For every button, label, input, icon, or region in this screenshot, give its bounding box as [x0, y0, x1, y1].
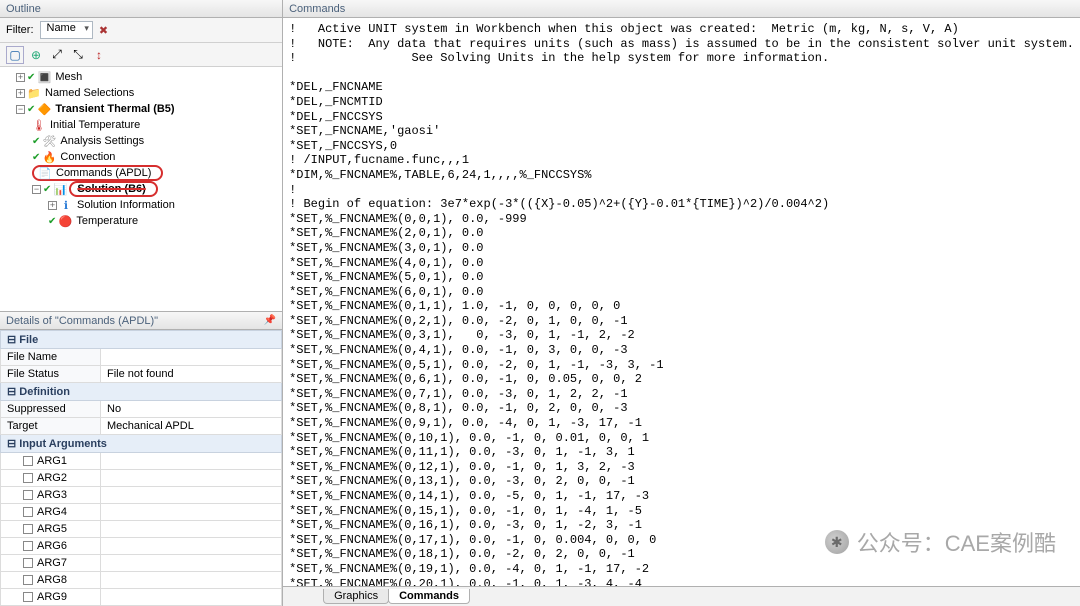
group-definition[interactable]: ⊟ Definition — [1, 383, 282, 401]
tree-label: Transient Thermal (B5) — [53, 103, 176, 115]
tb-add-icon[interactable]: ⊕ — [27, 46, 45, 64]
row-arg3[interactable]: ARG3 — [1, 487, 101, 504]
tb-expand-icon[interactable]: ⤢ — [48, 46, 66, 64]
outline-toolbar: ▢ ⊕ ⤢ ⤡ ↕ — [0, 43, 282, 67]
check-icon: ✔ — [27, 72, 35, 83]
tree-label: Solution Information — [75, 199, 177, 211]
details-title-label: Details of "Commands (APDL)" — [6, 314, 158, 328]
settings-icon: 🛠 — [42, 135, 56, 148]
check-icon: ✔ — [43, 184, 51, 195]
temperature-icon: 🔴 — [58, 215, 72, 228]
tree-item-transient-thermal[interactable]: − ✔ 🔶 Transient Thermal (B5) — [4, 101, 278, 117]
details-table: ⊟ File File Name File Status File not fo… — [0, 330, 282, 606]
folder-icon: 📁 — [27, 87, 41, 100]
filter-clear-icon[interactable]: ✖ — [99, 24, 108, 37]
row-arg2[interactable]: ARG2 — [1, 470, 101, 487]
check-icon: ✔ — [27, 104, 35, 115]
group-input-args[interactable]: ⊟ Input Arguments — [1, 435, 282, 453]
group-file[interactable]: ⊟ File — [1, 331, 282, 349]
details-panel-title: Details of "Commands (APDL)" 📌 — [0, 312, 282, 330]
tree-item-solution[interactable]: − ✔ 📊 Solution (B6) — [4, 181, 278, 197]
row-arg1[interactable]: ARG1 — [1, 453, 101, 470]
tree-label: Mesh — [53, 71, 84, 83]
check-icon: ✔ — [32, 136, 40, 147]
tree-item-mesh[interactable]: + ✔ 🔳 Mesh — [4, 69, 278, 85]
filter-select[interactable]: Name — [40, 21, 93, 39]
tab-commands[interactable]: Commands — [388, 589, 470, 604]
outline-panel-title: Outline — [0, 0, 282, 18]
convection-icon: 🔥 — [42, 151, 56, 164]
tree-item-analysis-settings[interactable]: ✔ 🛠 Analysis Settings — [4, 133, 278, 149]
tree-item-solution-info[interactable]: + ℹ Solution Information — [4, 197, 278, 213]
tree-item-initial-temp[interactable]: 🌡 Initial Temperature — [4, 117, 278, 133]
tree-item-temperature[interactable]: ✔ 🔴 Temperature — [4, 213, 278, 229]
row-arg8[interactable]: ARG8 — [1, 572, 101, 589]
row-filename-key: File Name — [1, 349, 101, 366]
editor-tabs: Graphics Commands — [283, 586, 1080, 606]
tree-label: Temperature — [74, 215, 140, 227]
row-filestatus-key: File Status — [1, 366, 101, 383]
check-icon: ✔ — [32, 152, 40, 163]
row-suppressed-key: Suppressed — [1, 401, 101, 418]
temp-icon: 🌡 — [32, 119, 46, 132]
tab-graphics[interactable]: Graphics — [323, 589, 389, 604]
tree-label: Initial Temperature — [48, 119, 142, 131]
row-suppressed-val[interactable]: No — [101, 401, 282, 418]
tree-label: Named Selections — [43, 87, 136, 99]
code-content[interactable]: ! Active UNIT system in Workbench when t… — [289, 22, 1074, 586]
tree-label: Commands (APDL) — [54, 167, 153, 179]
tree-view[interactable]: + ✔ 🔳 Mesh + 📁 Named Selections − ✔ 🔶 Tr… — [0, 67, 282, 311]
row-target-val[interactable]: Mechanical APDL — [101, 418, 282, 435]
row-target-key: Target — [1, 418, 101, 435]
pin-icon[interactable]: 📌 — [264, 314, 276, 328]
details-panel: Details of "Commands (APDL)" 📌 ⊟ File Fi… — [0, 311, 282, 606]
solution-icon: 📊 — [53, 183, 67, 196]
tree-label: Solution (B6) — [75, 183, 147, 195]
thermal-icon: 🔶 — [37, 103, 51, 116]
row-filename-val[interactable] — [101, 349, 282, 366]
tree-item-named-selections[interactable]: + 📁 Named Selections — [4, 85, 278, 101]
tb-sort-icon[interactable]: ↕ — [90, 46, 108, 64]
commands-editor[interactable]: ! Active UNIT system in Workbench when t… — [283, 18, 1080, 586]
info-icon: ℹ — [59, 199, 73, 212]
check-icon: ✔ — [48, 216, 56, 227]
commands-panel-title: Commands — [283, 0, 1080, 18]
filter-row: Filter: Name ✖ — [0, 18, 282, 43]
tree-item-convection[interactable]: ✔ 🔥 Convection — [4, 149, 278, 165]
mesh-icon: 🔳 — [37, 71, 51, 84]
row-arg4[interactable]: ARG4 — [1, 504, 101, 521]
tb-new-icon[interactable]: ▢ — [6, 46, 24, 64]
tree-item-commands-apdl[interactable]: 📄 Commands (APDL) — [4, 165, 278, 181]
commands-icon: 📄 — [38, 167, 52, 180]
row-filestatus-val: File not found — [101, 366, 282, 383]
filter-label: Filter: — [6, 24, 34, 36]
tree-label: Analysis Settings — [58, 135, 146, 147]
row-arg5[interactable]: ARG5 — [1, 521, 101, 538]
row-arg7[interactable]: ARG7 — [1, 555, 101, 572]
row-arg9[interactable]: ARG9 — [1, 589, 101, 606]
tree-label: Convection — [58, 151, 117, 163]
tb-collapse-icon[interactable]: ⤡ — [69, 46, 87, 64]
row-arg6[interactable]: ARG6 — [1, 538, 101, 555]
